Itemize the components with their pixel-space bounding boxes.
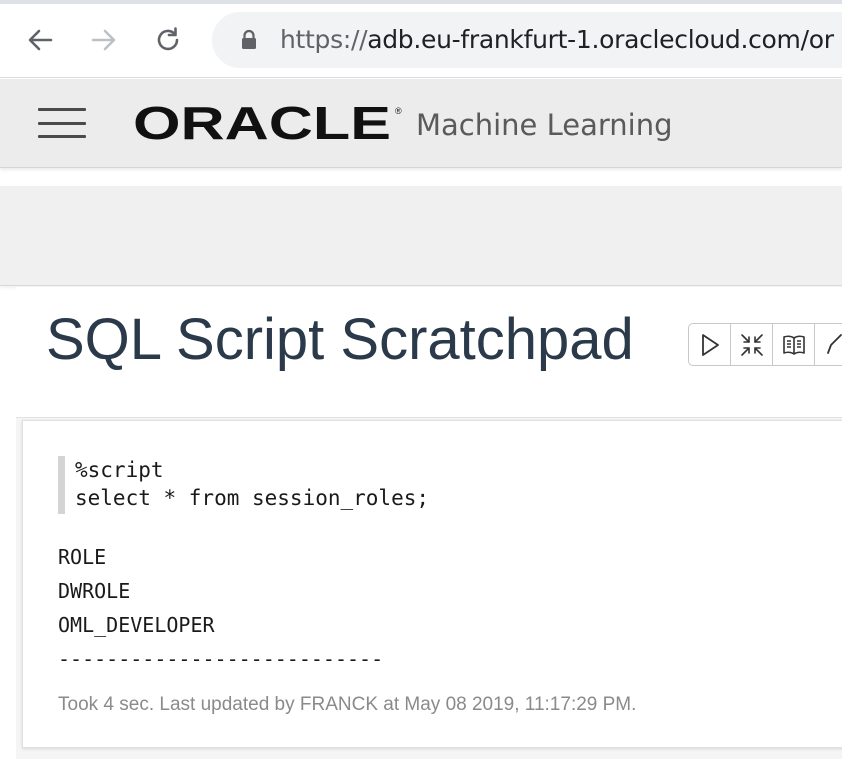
book-icon <box>782 335 805 355</box>
reload-button[interactable] <box>148 20 188 60</box>
oracle-logo: ORACLE ® <box>133 104 402 142</box>
notebook-toolbar-area <box>0 186 842 286</box>
lock-icon <box>242 29 256 49</box>
run-button[interactable] <box>689 324 731 365</box>
product-name: Machine Learning <box>416 108 673 142</box>
url-host: adb.eu-frankfurt-1.oraclecloud.com/or <box>367 25 834 54</box>
edit-button[interactable] <box>815 324 842 365</box>
address-bar[interactable]: https://adb.eu-frankfurt-1.oraclecloud.c… <box>212 12 842 68</box>
notebook-title: SQL Script Scratchpad <box>46 307 634 372</box>
hamburger-menu-icon[interactable] <box>38 108 86 138</box>
collapse-icon <box>740 333 763 356</box>
run-icon <box>701 333 719 356</box>
result-output: ROLE DWROLE OML_DEVELOPER --------------… <box>58 540 383 676</box>
reload-icon <box>157 27 179 51</box>
forward-arrow-icon <box>91 29 116 51</box>
result-line: DWROLE <box>58 579 131 603</box>
code-editor[interactable]: %script select * from session_roles; <box>58 456 558 514</box>
forward-button[interactable] <box>84 20 124 60</box>
url-text: https://adb.eu-frankfurt-1.oraclecloud.c… <box>280 25 834 54</box>
brand-text: ORACLE <box>133 104 391 142</box>
result-line: ROLE <box>58 545 107 569</box>
notebook-action-buttons <box>688 323 842 366</box>
url-scheme: https:// <box>280 25 368 54</box>
result-line: OML_DEVELOPER <box>58 613 215 637</box>
collapse-button[interactable] <box>731 324 773 365</box>
book-button[interactable] <box>773 324 815 365</box>
svg-text:®: ® <box>395 106 402 116</box>
tab-strip-edge <box>0 0 842 4</box>
edit-icon <box>826 333 842 354</box>
paragraph-status: Took 4 sec. Last updated by FRANCK at Ma… <box>58 694 637 715</box>
back-arrow-icon <box>28 29 53 51</box>
code-line: %script <box>75 458 164 482</box>
result-line: --------------------------- <box>58 647 384 671</box>
code-line: select * from session_roles; <box>75 486 430 510</box>
back-button[interactable] <box>20 20 60 60</box>
